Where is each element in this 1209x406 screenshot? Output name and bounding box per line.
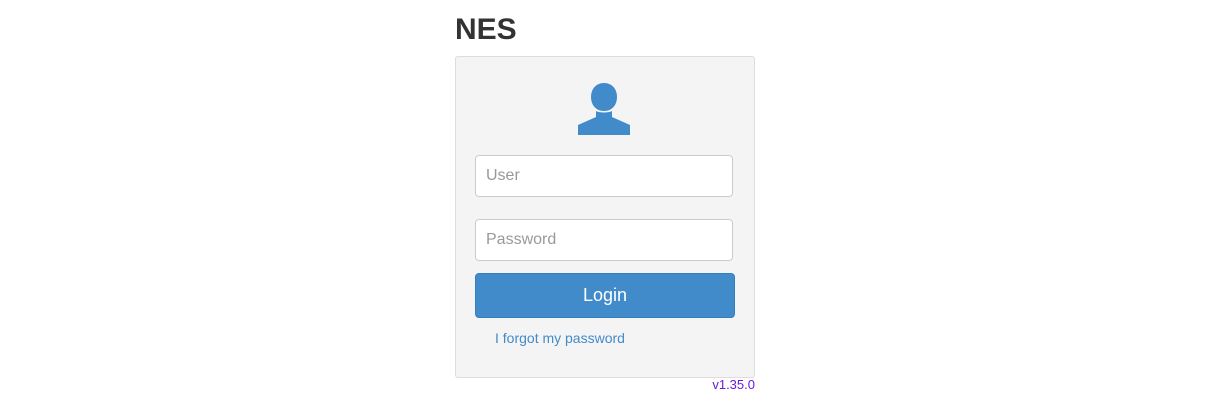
- user-icon: [576, 79, 632, 135]
- password-input[interactable]: [475, 219, 733, 261]
- login-button[interactable]: Login: [475, 273, 735, 318]
- app-title: NES: [455, 13, 517, 46]
- version-label: v1.35.0: [712, 377, 755, 392]
- user-input[interactable]: [475, 155, 733, 197]
- forgot-password-link[interactable]: I forgot my password: [495, 330, 625, 346]
- login-panel: Login I forgot my password: [455, 56, 755, 378]
